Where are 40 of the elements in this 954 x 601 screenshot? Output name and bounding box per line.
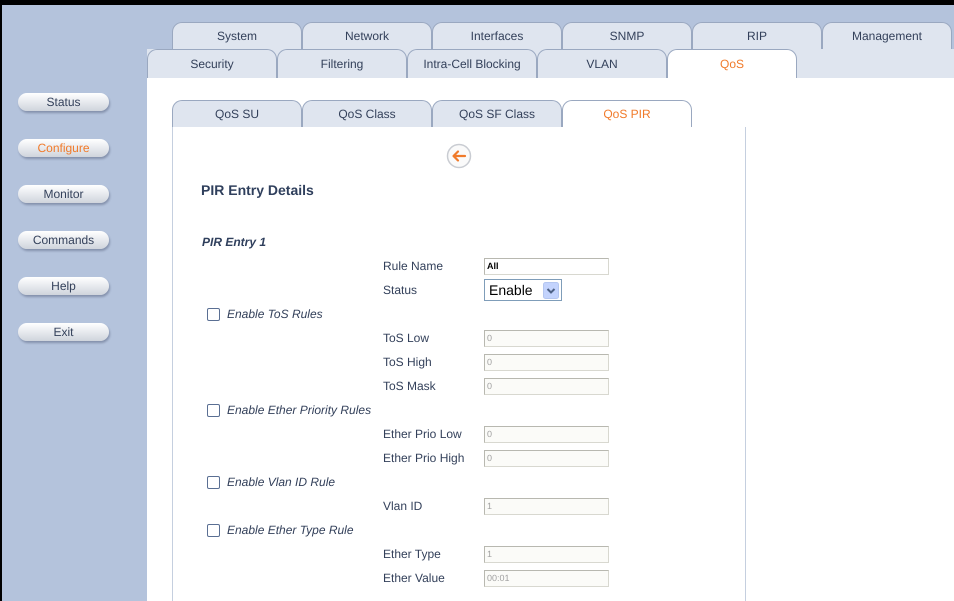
checkbox[interactable] [207,476,220,488]
field-label: ToS High [383,354,433,371]
status-dropdown[interactable]: Enable [484,279,562,301]
sidebar-button[interactable]: Monitor [18,185,109,203]
tab[interactable]: VLAN [537,49,667,78]
tab[interactable]: QoS SU [172,100,302,127]
section-heading: PIR Entry Details [201,181,314,200]
input-field[interactable]: All [484,258,609,274]
field-label: ToS Low [383,330,430,347]
sidebar-button[interactable]: Help [18,277,109,295]
tab[interactable]: Security [147,49,277,78]
tab[interactable]: RIP [692,22,822,49]
field-label: Ether Type [383,546,442,563]
checkbox-label: Enable Ether Priority Rules [227,402,372,419]
checkbox-label: Enable Ether Type Rule [227,522,354,539]
field-label: Vlan ID [383,498,424,515]
checkbox[interactable] [207,524,220,536]
sidebar-button[interactable]: Commands [18,231,109,249]
field-label: Rule Name [383,258,444,275]
sidebar-button[interactable]: Exit [18,323,109,341]
checkbox[interactable] [207,308,220,320]
tab[interactable]: Network [302,22,432,49]
tab[interactable]: QoS Class [302,100,432,127]
field-label: ToS Mask [383,378,437,395]
sidebar-button[interactable]: Status [18,93,109,111]
checkbox[interactable] [207,404,220,416]
field-label: Status [383,282,418,299]
field-label: Ether Value [383,570,446,587]
tab[interactable]: Management [822,22,952,49]
field-label: Ether Prio Low [383,426,463,443]
checkbox-label: Enable Vlan ID Rule [227,474,336,491]
tab[interactable]: SNMP [562,22,692,49]
field-label: Ether Prio High [383,450,466,467]
tab[interactable]: Interfaces [432,22,562,49]
tab[interactable]: QoS SF Class [432,100,562,127]
tab[interactable]: System [172,22,302,49]
tab[interactable]: Filtering [277,49,407,78]
tab[interactable]: Intra-Cell Blocking [407,49,537,78]
checkbox-label: Enable ToS Rules [227,306,323,323]
entry-title: PIR Entry 1 [202,234,266,251]
